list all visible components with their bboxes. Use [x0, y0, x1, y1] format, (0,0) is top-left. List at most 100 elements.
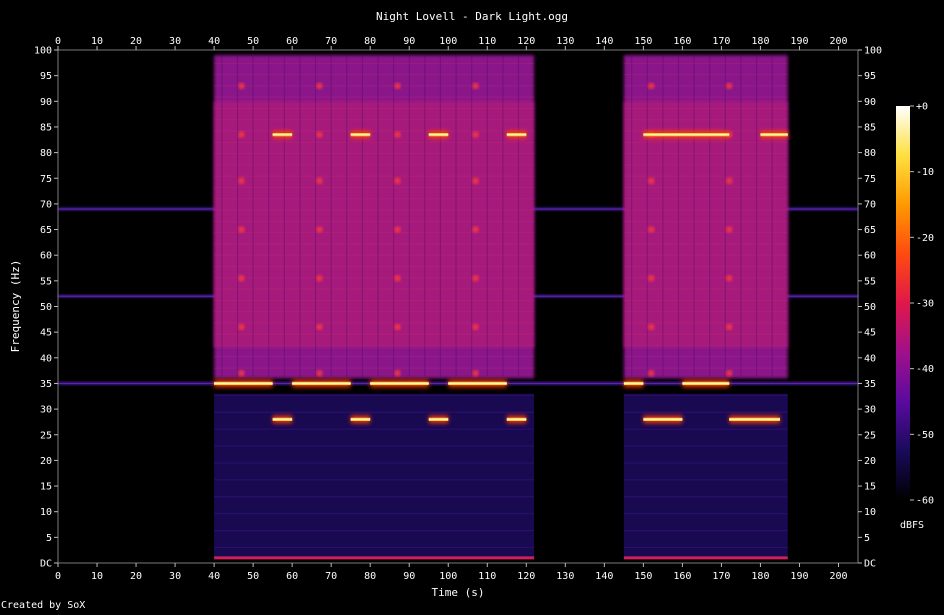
y-tick-label: 85	[40, 122, 52, 133]
x-tick-label: 110	[478, 571, 496, 582]
y-tick-label: 60	[40, 251, 52, 262]
x-tick-label-top: 150	[634, 36, 652, 47]
y-tick-label: 95	[40, 71, 52, 82]
bright-dot	[647, 369, 655, 377]
x-tick-label: 140	[595, 571, 613, 582]
loud-tone-highlight	[682, 382, 730, 385]
bright-dot	[316, 323, 323, 331]
bright-dot	[394, 82, 401, 90]
y-tick-label: 35	[40, 379, 52, 390]
chart-title: Night Lovell - Dark Light.ogg	[376, 10, 568, 23]
y-tick-label-right: 20	[864, 456, 876, 467]
bright-dot	[726, 177, 733, 185]
bright-dot	[472, 369, 479, 377]
bright-dot	[238, 177, 245, 185]
y-tick-label: 45	[40, 328, 52, 339]
x-tick-label-top: 180	[751, 36, 769, 47]
x-tick-label: 60	[286, 571, 298, 582]
bright-dot	[394, 369, 401, 377]
x-tick-label: 10	[91, 571, 103, 582]
y-tick-label: 55	[40, 276, 52, 287]
x-tick-label-top: 0	[55, 36, 61, 47]
loud-tone-highlight	[350, 418, 371, 420]
x-tick-label-top: 10	[91, 36, 103, 47]
footer-credit: Created by SoX	[1, 600, 85, 611]
y-tick-label: 25	[40, 430, 52, 441]
bright-dot	[647, 177, 655, 185]
x-tick-label-top: 40	[208, 36, 220, 47]
x-tick-label-top: 160	[673, 36, 691, 47]
x-tick-label: 190	[790, 571, 808, 582]
segment-lower-band	[214, 393, 535, 558]
y-tick-label: 65	[40, 225, 52, 236]
y-tick-label: 40	[40, 353, 52, 364]
x-tick-label-top: 60	[286, 36, 298, 47]
spectrogram-figure: Night Lovell - Dark Light.ogg 0 10 20 30 40 5…	[0, 0, 944, 611]
y-tick-label-right: 40	[864, 353, 876, 364]
bright-dot	[472, 82, 479, 90]
y-tick-label-right: 75	[864, 174, 876, 185]
bright-dot	[238, 323, 245, 331]
bright-dot	[472, 177, 479, 185]
segment-mid-band	[214, 101, 535, 348]
y-axis-label: Frequency (Hz)	[9, 260, 22, 353]
x-tick-label: 160	[673, 571, 691, 582]
y-axis-right: DC 5 10 15 20 25 30 35 40 45 50 55 60 65 70 75 80 85 90 95 1…	[858, 46, 882, 570]
bright-dot	[647, 82, 655, 90]
y-tick-label-right: 35	[864, 379, 876, 390]
bright-dot	[394, 323, 401, 331]
y-tick-label-right: 100	[864, 46, 882, 57]
y-tick-label-right: 10	[864, 507, 876, 518]
x-tick-label-top: 50	[247, 36, 259, 47]
colorbar-tick-label: -10	[916, 167, 934, 178]
colorbar-ticks: +0 -10 -20 -30 -40 -50 -60	[910, 102, 934, 507]
colorbar-tick-label: +0	[916, 102, 928, 113]
x-tick-label: 200	[829, 571, 847, 582]
x-tick-label-top: 130	[556, 36, 574, 47]
bright-dot	[472, 226, 479, 233]
x-tick-label: 100	[439, 571, 457, 582]
x-tick-label: 180	[751, 571, 769, 582]
bright-dot	[316, 82, 323, 90]
bright-dot	[316, 226, 323, 233]
x-tick-label: 20	[130, 571, 142, 582]
loud-tone-highlight	[214, 382, 273, 385]
x-tick-label-top: 100	[439, 36, 457, 47]
y-tick-label-right: 85	[864, 122, 876, 133]
bright-dot	[726, 82, 733, 90]
x-tick-label: 120	[517, 571, 535, 582]
colorbar-tick-label: -60	[916, 496, 934, 507]
colorbar-tick-label: -30	[916, 299, 934, 310]
y-tick-label: 50	[40, 302, 52, 313]
y-tick-label: DC	[40, 559, 52, 570]
segment-dc-line	[623, 556, 788, 560]
x-axis-top: 0 10 20 30 40 50 60 70 80 90 100 110 120 130 140 150 160…	[55, 36, 848, 50]
loud-tone-highlight	[643, 418, 683, 420]
bright-dot	[238, 131, 245, 138]
y-tick-label-right: 15	[864, 482, 876, 493]
y-tick-label-right: 5	[864, 533, 870, 544]
bright-dot	[647, 275, 655, 282]
segment-dc-line	[214, 556, 535, 560]
x-tick-label: 90	[403, 571, 415, 582]
x-tick-label: 80	[364, 571, 376, 582]
x-tick-label-top: 80	[364, 36, 376, 47]
y-tick-label: 5	[46, 533, 52, 544]
y-tick-label: 100	[34, 46, 52, 57]
bright-dot	[238, 82, 245, 90]
y-tick-label-right: 45	[864, 328, 876, 339]
bright-dot	[394, 131, 401, 138]
bright-dot	[316, 177, 323, 185]
bright-dot	[394, 177, 401, 185]
y-tick-label: 90	[40, 97, 52, 108]
bright-dot	[647, 323, 655, 331]
bright-dot	[316, 131, 323, 138]
y-tick-label-right: 25	[864, 430, 876, 441]
x-axis-bottom: 0 10 20 30 40 50 60 70 80 90 100 110 120 130 140 150 160…	[55, 563, 848, 582]
y-tick-label-right: 30	[864, 405, 876, 416]
colorbar-tick-label: -20	[916, 233, 934, 244]
loud-tone-highlight	[428, 418, 449, 420]
y-tick-label-right: DC	[864, 559, 876, 570]
y-tick-label-right: 60	[864, 251, 876, 262]
loud-tone-highlight	[506, 418, 527, 420]
